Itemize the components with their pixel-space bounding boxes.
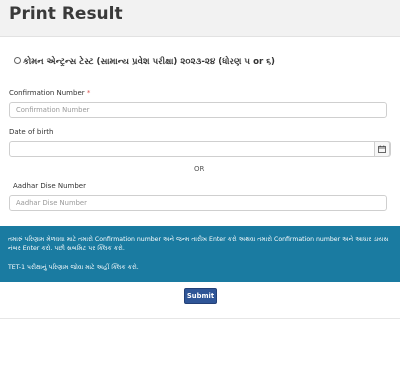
title-bar: Print Result	[0, 0, 400, 37]
exam-label: કોમન એન્ટ્રન્સ ટેસ્ટ (સામાન્ય પ્રવેશ પરી…	[23, 57, 275, 67]
tet-result-link[interactable]: TET-1 પરીક્ષાનું પરિણામ જોવા માટે અહીં ક…	[8, 263, 392, 272]
confirmation-number-input[interactable]	[9, 102, 387, 118]
calendar-button[interactable]	[374, 141, 390, 157]
submit-button[interactable]: Submit	[184, 288, 217, 304]
date-of-birth-input[interactable]	[9, 141, 391, 157]
or-separator: OR	[194, 165, 205, 173]
exam-radio[interactable]	[14, 57, 21, 64]
aadhar-label: Aadhar Dise Number	[13, 182, 86, 190]
info-box: તમારું પરિણામ મેળવવા માટે તમારો Confirma…	[0, 226, 400, 282]
confirmation-label: Confirmation Number *	[9, 89, 90, 97]
confirmation-label-text: Confirmation Number	[9, 89, 85, 97]
divider	[0, 318, 400, 319]
calendar-icon	[378, 145, 386, 153]
info-instructions: તમારું પરિણામ મેળવવા માટે તમારો Confirma…	[8, 236, 389, 252]
required-mark: *	[86, 89, 91, 97]
exam-option[interactable]: કોમન એન્ટ્રન્સ ટેસ્ટ (સામાન્ય પ્રવેશ પરી…	[14, 57, 275, 67]
aadhar-dise-number-input[interactable]	[9, 195, 387, 211]
page-title: Print Result	[9, 4, 123, 24]
dob-label: Date of birth	[9, 128, 54, 136]
